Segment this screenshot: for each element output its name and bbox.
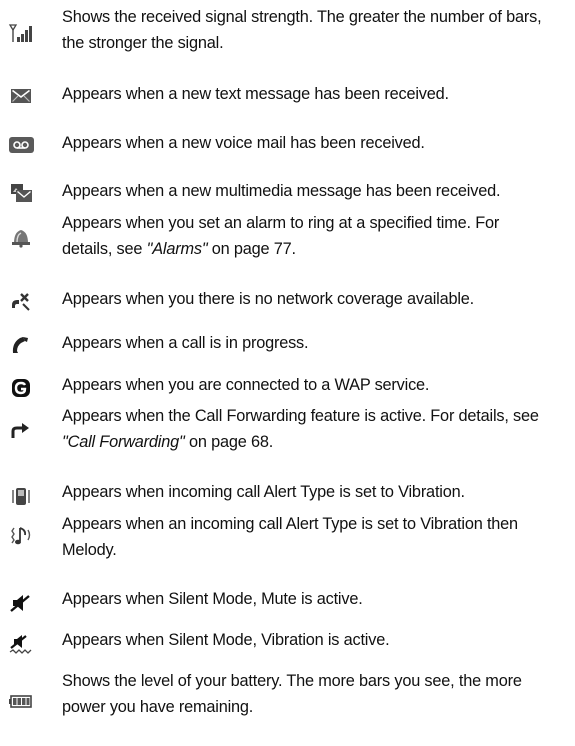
silent-mute-icon (8, 592, 34, 614)
vibration-then-melody-icon (8, 525, 34, 547)
silent-vibration-icon (8, 633, 34, 655)
vibration-icon (8, 485, 34, 507)
legend-description: Appears when a call is in progress. (62, 333, 309, 352)
legend-description: Appears when you are connected to a WAP … (62, 375, 430, 394)
legend-description: Appears when Silent Mode, Mute is active… (62, 589, 363, 608)
legend-description: Appears when you set an alarm to ring at… (62, 210, 547, 262)
multimedia-message-icon (8, 182, 34, 204)
legend-description: Appears when a new voice mail has been r… (62, 133, 425, 152)
signal-strength-icon (8, 22, 34, 44)
legend-description: Shows the level of your battery. The mor… (62, 671, 522, 716)
description-text: on page 68. (184, 432, 274, 451)
call-in-progress-icon (8, 334, 34, 356)
wap-connected-icon (8, 377, 34, 399)
alarm-icon (8, 226, 34, 248)
legend-description: Appears when a new text message has been… (62, 84, 449, 103)
legend-description: Appears when an incoming call Alert Type… (62, 514, 518, 559)
call-forwarding-icon (8, 419, 34, 441)
cross-reference-link[interactable]: "Alarms" (147, 239, 208, 258)
description-text: on page 77. (207, 239, 296, 258)
legend-description: Appears when the Call Forwarding feature… (62, 403, 547, 455)
battery-icon (8, 690, 34, 712)
description-text: Appears when the Call Forwarding feature… (62, 406, 539, 425)
voicemail-icon (8, 134, 34, 156)
text-message-icon (8, 85, 34, 107)
legend-description: Appears when a new multimedia message ha… (62, 181, 501, 200)
legend-description: Appears when you there is no network cov… (62, 289, 475, 308)
legend-description: Appears when incoming call Alert Type is… (62, 482, 465, 501)
no-network-icon (8, 290, 34, 312)
legend-description: Shows the received signal strength. The … (62, 7, 542, 52)
cross-reference-link[interactable]: "Call Forwarding" (62, 432, 185, 451)
legend-description: Appears when Silent Mode, Vibration is a… (62, 630, 390, 649)
